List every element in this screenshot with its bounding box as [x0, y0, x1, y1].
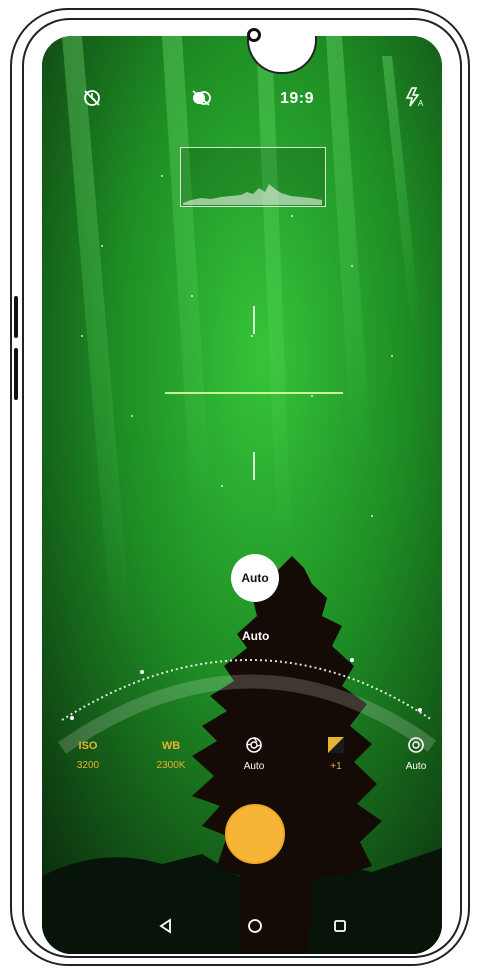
dial-value-label: Auto: [242, 629, 270, 643]
focus-value: Auto: [405, 761, 427, 772]
focus-icon: [408, 737, 424, 753]
wb-label: WB: [161, 740, 181, 752]
histogram-graph: [183, 184, 322, 205]
timer-off-icon[interactable]: [82, 88, 102, 113]
back-triangle-icon[interactable]: [158, 918, 174, 939]
focus-guide-bottom: [253, 452, 255, 480]
shutter-button[interactable]: [225, 804, 285, 864]
front-camera-icon: [247, 28, 261, 42]
histogram-panel: [180, 147, 326, 207]
side-button-bottom: [14, 348, 18, 400]
flash-auto-icon[interactable]: A: [404, 86, 426, 113]
shutter-speed-value: Auto: [243, 761, 265, 772]
level-horizon-line: [165, 392, 343, 394]
exposure-icon: [328, 737, 344, 753]
shutter-speed-icon: [246, 737, 262, 753]
focus-guide-top: [253, 306, 255, 334]
auto-mode-bubble[interactable]: Auto: [231, 554, 279, 602]
exposure-control[interactable]: +1: [306, 736, 366, 772]
iso-value: 3200: [76, 760, 100, 771]
exposure-dial[interactable]: [42, 600, 442, 740]
iso-label: ISO: [78, 740, 98, 752]
wb-value: 2300K: [156, 760, 186, 771]
wb-control[interactable]: WB 2300K: [141, 740, 201, 771]
recents-square-icon[interactable]: [332, 918, 348, 939]
focus-control[interactable]: Auto: [386, 736, 446, 772]
iso-control[interactable]: ISO 3200: [58, 740, 118, 771]
filter-off-icon[interactable]: [190, 88, 212, 113]
side-button-top: [14, 296, 18, 338]
shutter-speed-control[interactable]: Auto: [224, 736, 284, 772]
home-circle-icon[interactable]: [247, 918, 263, 939]
aspect-ratio-button[interactable]: 19:9: [280, 90, 314, 108]
svg-text:A: A: [418, 99, 424, 108]
exposure-value: +1: [330, 761, 342, 772]
